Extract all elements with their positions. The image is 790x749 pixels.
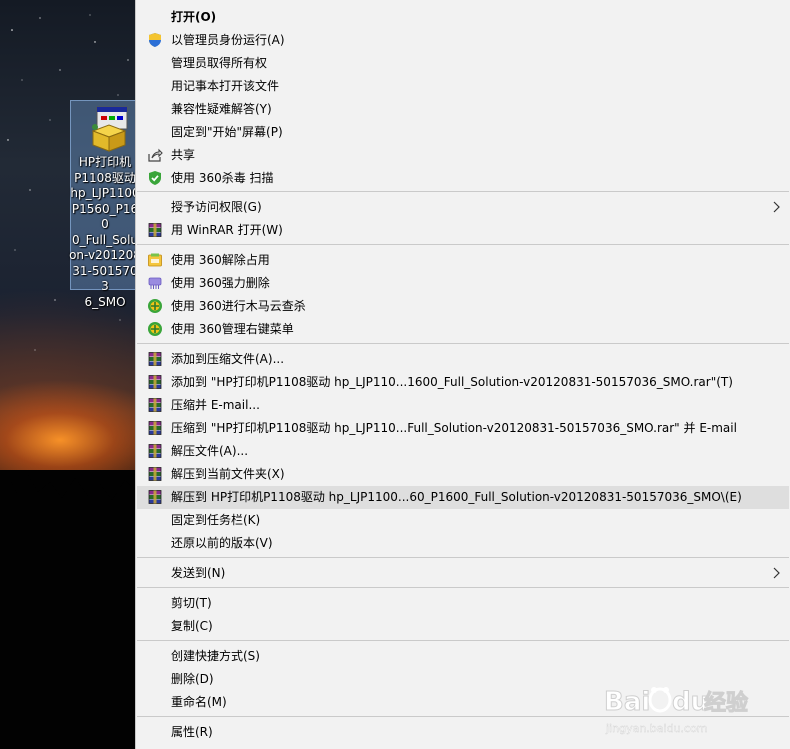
menu-item-label: 使用 360进行木马云查杀 — [171, 299, 306, 313]
chevron-right-icon — [773, 201, 780, 213]
menu-item-label: 创建快捷方式(S) — [171, 649, 260, 663]
menu-item-6[interactable]: 共享 — [137, 144, 789, 167]
winrar-icon — [148, 223, 162, 237]
winrar-icon — [148, 421, 162, 435]
360-menu-manager-icon — [148, 322, 162, 336]
menu-separator — [137, 244, 789, 245]
menu-separator — [137, 557, 789, 558]
winrar-icon — [148, 444, 162, 458]
menu-separator — [137, 640, 789, 641]
winrar-icon — [148, 490, 162, 504]
menu-separator — [137, 191, 789, 192]
baidu-paw-icon — [648, 687, 672, 713]
menu-item-25[interactable]: 复制(C) — [137, 615, 789, 638]
menu-item-label: 管理员取得所有权 — [171, 56, 268, 70]
360-antivirus-shield-icon — [149, 171, 161, 185]
forest-silhouette — [0, 470, 140, 749]
menu-item-15[interactable]: 添加到 "HP打印机P1108驱动 hp_LJP110...1600_Full_… — [137, 371, 789, 394]
menu-item-label: 删除(D) — [171, 672, 214, 686]
watermark-url: jingyan.baidu.com — [605, 722, 708, 735]
menu-item-label: 共享 — [171, 148, 196, 162]
menu-item-label: 解压文件(A)... — [171, 444, 249, 458]
menu-item-label: 压缩到 "HP打印机P1108驱动 hp_LJP110...Full_Solut… — [171, 421, 737, 435]
menu-item-20[interactable]: 解压到 HP打印机P1108驱动 hp_LJP1100...60_P1600_F… — [137, 486, 789, 509]
menu-item-label: 剪切(T) — [171, 596, 212, 610]
menu-item-9[interactable]: 用 WinRAR 打开(W) — [137, 219, 789, 242]
menu-item-4[interactable]: 兼容性疑难解答(Y) — [137, 98, 789, 121]
menu-item-label: 以管理员身份运行(A) — [171, 33, 285, 47]
winrar-icon — [148, 375, 162, 389]
menu-item-16[interactable]: 压缩并 E-mail... — [137, 394, 789, 417]
menu-item-label: 解压到当前文件夹(X) — [171, 467, 285, 481]
winrar-icon — [148, 398, 162, 412]
menu-item-label: 还原以前的版本(V) — [171, 536, 273, 550]
menu-item-2[interactable]: 管理员取得所有权 — [137, 52, 789, 75]
menu-item-11[interactable]: 使用 360强力删除 — [137, 272, 789, 295]
menu-item-3[interactable]: 用记事本打开该文件 — [137, 75, 789, 98]
menu-item-24[interactable]: 剪切(T) — [137, 592, 789, 615]
desktop-icon-label: HP打印机 P1108驱动 hp_LJP1100 P1560_P160 0_Fu… — [69, 155, 141, 309]
menu-item-label: 添加到压缩文件(A)... — [171, 352, 285, 366]
winrar-icon — [148, 467, 162, 481]
menu-item-5[interactable]: 固定到"开始"屏幕(P) — [137, 121, 789, 144]
menu-item-14[interactable]: 添加到压缩文件(A)... — [137, 348, 789, 371]
menu-item-label: 添加到 "HP打印机P1108驱动 hp_LJP110...1600_Full_… — [171, 375, 733, 389]
360-cloud-scan-icon — [148, 299, 162, 313]
installer-package-icon — [91, 106, 128, 152]
watermark-service: 经验 — [704, 690, 748, 716]
baidu-jingyan-watermark: Bai du 经验 jingyan.baidu.com — [604, 687, 749, 736]
menu-item-1[interactable]: 以管理员身份运行(A) — [137, 29, 789, 52]
menu-item-label: 复制(C) — [171, 619, 213, 633]
winrar-icon — [148, 352, 162, 366]
menu-item-12[interactable]: 使用 360进行木马云查杀 — [137, 295, 789, 318]
share-icon — [148, 148, 163, 162]
menu-item-23[interactable]: 发送到(N) — [137, 562, 789, 585]
360-unlock-icon — [148, 253, 162, 267]
uac-shield-icon — [149, 33, 161, 47]
menu-item-0[interactable]: 打开(O) — [137, 6, 789, 29]
watermark-brand: Bai — [604, 687, 650, 717]
menu-item-label: 兼容性疑难解答(Y) — [171, 102, 272, 116]
chevron-right-icon — [773, 567, 780, 579]
menu-item-label: 使用 360管理右键菜单 — [171, 322, 294, 336]
menu-item-label: 解压到 HP打印机P1108驱动 hp_LJP1100...60_P1600_F… — [171, 490, 742, 504]
menu-item-13[interactable]: 使用 360管理右键菜单 — [137, 318, 789, 341]
menu-item-10[interactable]: 使用 360解除占用 — [137, 249, 789, 272]
menu-item-label: 用记事本打开该文件 — [171, 79, 280, 93]
menu-item-8[interactable]: 授予访问权限(G) — [137, 196, 789, 219]
menu-item-21[interactable]: 固定到任务栏(K) — [137, 509, 789, 532]
menu-item-label: 使用 360杀毒 扫描 — [171, 171, 274, 185]
menu-item-22[interactable]: 还原以前的版本(V) — [137, 532, 789, 555]
menu-item-7[interactable]: 使用 360杀毒 扫描 — [137, 167, 789, 190]
menu-item-label: 使用 360强力删除 — [171, 276, 270, 290]
context-menu: 打开(O) 以管理员身份运行(A) 管理员取得所有权 用记事本打开该文件 兼容性疑难解答… — [135, 0, 790, 749]
menu-item-label: 压缩并 E-mail... — [171, 398, 260, 412]
menu-item-17[interactable]: 压缩到 "HP打印机P1108驱动 hp_LJP110...Full_Solut… — [137, 417, 789, 440]
360-shred-icon — [148, 277, 162, 289]
menu-item-label: 固定到任务栏(K) — [171, 513, 261, 527]
menu-item-18[interactable]: 解压文件(A)... — [137, 440, 789, 463]
menu-item-19[interactable]: 解压到当前文件夹(X) — [137, 463, 789, 486]
menu-item-label: 授予访问权限(G) — [171, 200, 262, 214]
desktop-file-icon[interactable]: HP打印机 P1108驱动 hp_LJP1100 P1560_P160 0_Fu… — [69, 100, 141, 309]
menu-item-label: 使用 360解除占用 — [171, 253, 270, 267]
menu-item-label: 用 WinRAR 打开(W) — [171, 223, 283, 237]
menu-item-label: 属性(R) — [171, 725, 213, 739]
menu-separator — [137, 587, 789, 588]
menu-item-label: 打开(O) — [171, 10, 217, 24]
menu-item-label: 重命名(M) — [171, 695, 227, 709]
menu-item-label: 固定到"开始"屏幕(P) — [171, 125, 283, 139]
menu-item-26[interactable]: 创建快捷方式(S) — [137, 645, 789, 668]
menu-item-label: 发送到(N) — [171, 566, 226, 580]
menu-separator — [137, 343, 789, 344]
